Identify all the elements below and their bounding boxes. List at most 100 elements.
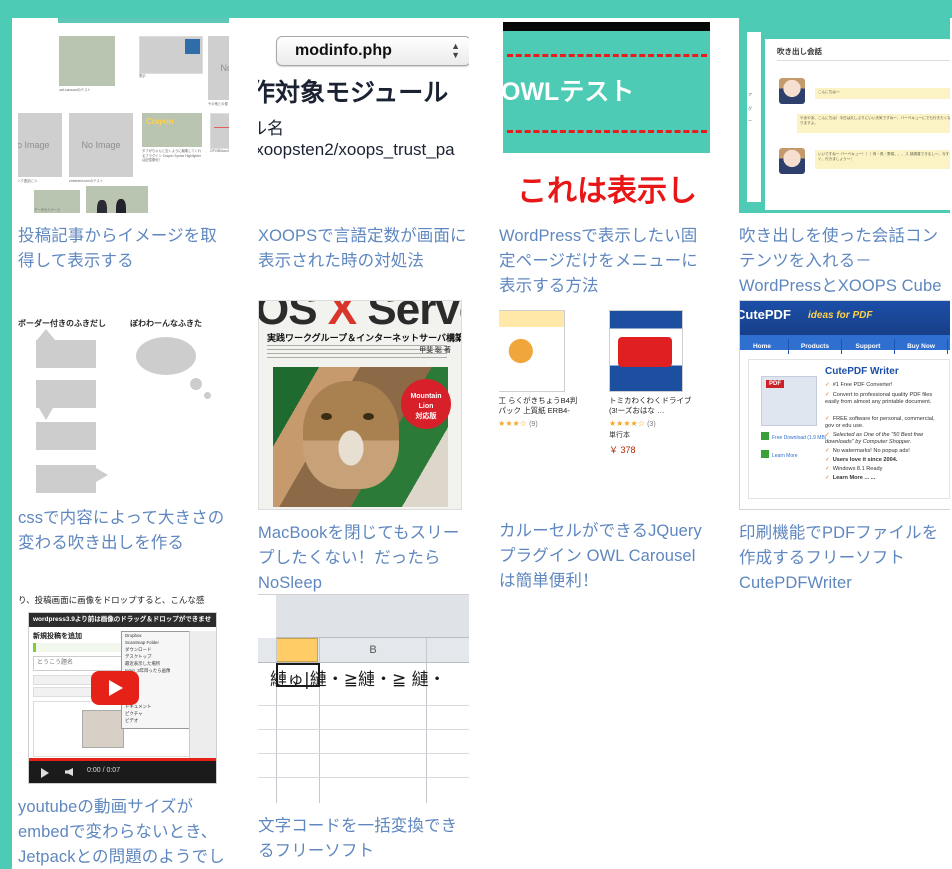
thumbnail-excel-mojibake[interactable]: B 縺ゅ|縺・≧縺・≧ 縺・ [258, 594, 469, 803]
thumb-image-noimage-1: No Image [208, 36, 229, 100]
grid-line [258, 777, 469, 778]
site-topbar: ラツアコの投稿 [765, 30, 950, 44]
thumb-caption: embeded.comのテスト [69, 179, 104, 183]
thumb-image-noimage-2: No Image [18, 113, 62, 177]
excel-column-a-header[interactable] [276, 638, 318, 662]
post-card-kanji-translator[interactable]: B 縺ゅ|縺・≧縺・≧ 縺・ 文字コードを一括変換できるフリーソフト Kanji… [258, 594, 469, 869]
top-accent-band [0, 0, 952, 18]
post-card-css-fukidashi[interactable]: ボーダー付きのふきだし ぼわわーんなふきた cssで内容によって大きさの変わる吹… [18, 300, 229, 556]
thumbnail-css-fukidashi[interactable]: ボーダー付きのふきだし ぼわわーんなふきた [18, 300, 229, 495]
thought-bubble-dot-1 [190, 378, 202, 390]
bubble-box-2 [36, 380, 96, 408]
volume-icon[interactable] [65, 768, 73, 776]
play-button-icon[interactable] [91, 671, 139, 705]
thumbnail-owl-menu[interactable]: OWLテスト 吹 これは表示し [499, 18, 710, 213]
post-card-owl-carousel[interactable]: 紅工 らくがきちょうB4判 冊パック 上質紙 ERB4- ★★★★☆ (9) ト… [499, 300, 710, 594]
thumbnail-xoops-admin[interactable]: modinfo.php ▲ ▼ 作対象モジュール ル名 s/xoopsten2/x… [258, 18, 469, 213]
teal-divider [58, 18, 229, 23]
review-count: (3) [647, 421, 656, 428]
thumb-caption: タブがちゃんと空くように編集してくれるプラグイン Crayon Syntax H… [142, 149, 202, 163]
topbar-label: ラツアコの投稿 [769, 39, 797, 44]
product-image [609, 310, 683, 392]
book-title: OS X Server [258, 300, 461, 334]
post-title-link[interactable]: XOOPSで言語定数が画面に表示された時の対処法 [258, 224, 469, 274]
post-title-link[interactable]: 印刷機能でPDFファイルを作成するフリーソフト CutePDFWriter [739, 521, 950, 596]
puma-illustration [303, 381, 399, 489]
noimage-label: No Image [220, 63, 229, 73]
feature-item: Windows 8.1 Ready [825, 466, 945, 473]
video-frame[interactable]: wordpress3.9より前は画像のドラッグ＆ドロップができませ 新規投稿を追… [28, 612, 217, 784]
product-price: ￥ 378 [609, 445, 636, 455]
book-badge: Mountain Lion 対応版 [401, 379, 451, 429]
bubble-tail-down [39, 408, 53, 420]
play-icon[interactable] [41, 768, 49, 778]
site-nav[interactable]: Home Products Support Buy Now [740, 335, 950, 354]
thought-bubble-dot-2 [204, 392, 211, 399]
post-title-link[interactable]: MacBookを閉じてもスリープしたくない！だったらNoSleep [258, 521, 469, 596]
thumbnail-plugin-grid[interactable]: owl-carouselのテスト 表示 No Image その他との優 No I… [18, 18, 229, 213]
post-title-link[interactable]: youtubeの動画サイズがembedで変わらないとき、Jetpackとの問題の… [18, 795, 229, 869]
thumb-image-noimage-3: No Image [69, 113, 133, 177]
thumb-image-wp-screenshot [139, 36, 203, 74]
nav-item-products[interactable]: Products [789, 339, 842, 354]
feature-item: Convert to professional quality PDF file… [825, 392, 945, 406]
post-card-fukidashi-conversation[interactable]: ア グ ー 吹き出し会話 こんにちは～ やあやあ、こんにちは！今日は久しぶりにい… [739, 18, 950, 324]
product-rating: ★★★★☆ (3) [609, 419, 699, 428]
arrow-icon [761, 450, 769, 458]
post-card-post-thumbnail[interactable]: owl-carouselのテスト 表示 No Image その他との優 No I… [18, 18, 229, 274]
post-card-xoops-language[interactable]: modinfo.php ▲ ▼ 作対象モジュール ル名 s/xoopsten2/x… [258, 18, 469, 274]
sidebar-text: グ [748, 106, 752, 111]
card-row-1: owl-carouselのテスト 表示 No Image その他との優 No I… [18, 18, 952, 320]
red-notice-text: これは表示し [517, 175, 697, 208]
product-item[interactable]: 紅工 らくがきちょうB4判 冊パック 上質紙 ERB4- ★★★★☆ (9) [499, 310, 581, 428]
card-row-2: ボーダー付きのふきだし ぼわわーんなふきた cssで内容によって大きさの変わる吹… [18, 300, 952, 594]
thumb-image-crayon: Crayon [142, 113, 202, 147]
post-card-grid: owl-carouselのテスト 表示 No Image その他との優 No I… [18, 18, 952, 869]
thumbnail-cutepdf[interactable]: CutePDF ideas for PDF Home Products Suppor… [739, 300, 950, 510]
excel-column-b-header[interactable]: B [320, 638, 426, 662]
modinfo-select[interactable]: modinfo.php ▲ ▼ [276, 36, 469, 66]
post-card-cutepdf[interactable]: CutePDF ideas for PDF Home Products Suppor… [739, 300, 950, 596]
card-row-3: り、投稿画面に画像をドロップすると、こんな感 wordpress3.9より前は画… [18, 594, 952, 869]
feature-item: #1 Free PDF Converter! [825, 382, 945, 389]
post-title-link[interactable]: 投稿記事からイメージを取得して表示する [18, 224, 229, 274]
chevron-updown-icon: ▲ ▼ [451, 41, 460, 60]
sidebar-text: ー [748, 118, 752, 123]
video-title-bar: wordpress3.9より前は画像のドラッグ＆ドロップができませ [29, 613, 216, 627]
post-title-link[interactable]: カルーセルができるJQueryプラグイン OWL Carousel は簡単便利！ [499, 519, 710, 594]
free-download-link[interactable]: Free Download (1.9 MB) [761, 432, 826, 441]
grid-line [258, 729, 469, 730]
demo-label-right: ぼわわーんなふきた [130, 319, 202, 328]
star-icons: ★★★★☆ [609, 419, 645, 428]
post-title-link[interactable]: 文字コードを一括変換できるフリーソフト KanjiTranslator [258, 814, 469, 869]
learn-more-link[interactable]: Learn More [761, 450, 798, 459]
media-sidebar [189, 631, 216, 761]
post-title-link[interactable]: WordPressで表示したい固定ページだけをメニューに表示する方法 [499, 224, 710, 299]
post-title-link[interactable]: cssで内容によって大きさの変わる吹き出しを作る [18, 506, 229, 556]
thumbnail-amazon-carousel[interactable]: 紅工 らくがきちょうB4判 冊パック 上質紙 ERB4- ★★★★☆ (9) ト… [499, 300, 710, 508]
feature-item: FREE software for personal, commercial, … [825, 416, 945, 430]
player-controls[interactable]: 0:00 / 0:07 [29, 761, 216, 783]
grid-line [258, 753, 469, 754]
avatar [779, 148, 805, 174]
nav-item-buy-now[interactable]: Buy Now [895, 339, 948, 354]
thumb-image-sakura [59, 36, 115, 86]
nav-item-home[interactable]: Home [740, 339, 789, 354]
speech-bubble: やあやあ、こんにちは！今日は久しぶりにいい天気ですねー、バーベキューにでも行きた… [797, 114, 950, 133]
post-card-youtube-embed[interactable]: り、投稿画面に画像をドロップすると、こんな感 wordpress3.9より前は画… [18, 594, 229, 869]
speech-bubble: いいですねー バーベキュー！！！肉・魚・野菜、、、ス 部調達できるし～、今すぐ、… [815, 150, 950, 169]
thumb-caption: 表示 [139, 74, 146, 78]
thumbnail-youtube-video[interactable]: り、投稿画面に画像をドロップすると、こんな感 wordpress3.9より前は画… [18, 594, 229, 784]
product-item[interactable]: トミカわくわくドライブ (3!ーズおはな … ★★★★☆ (3) 単行本 ￥ 3… [609, 310, 699, 456]
excel-toolbar [276, 595, 469, 638]
post-card-macbook-nosleep[interactable]: OS X Server 実践ワークグループ＆インターネットサーバ構築 甲斐 聡 … [258, 300, 469, 596]
cell-text-mojibake: 縺ゅ|縺・≧縺・≧ 縺・ [270, 670, 446, 690]
speech-bubble: こんにちは～ [815, 88, 950, 99]
dropped-image-preview [82, 710, 124, 748]
post-card-wordpress-menu[interactable]: OWLテスト 吹 これは表示し WordPressで表示したい固定ページだけをメ… [499, 18, 710, 299]
nav-item-support[interactable]: Support [842, 339, 895, 354]
thumbnail-fukidashi-conversation[interactable]: ア グ ー 吹き出し会話 こんにちは～ やあやあ、こんにちは！今日は久しぶりにい… [739, 18, 950, 213]
bubble-box-1 [36, 340, 96, 368]
content-panel: 吹き出し会話 こんにちは～ やあやあ、こんにちは！今日は久しぶりにいい天気ですね… [765, 38, 950, 210]
thumbnail-book-cover[interactable]: OS X Server 実践ワークグループ＆インターネットサーバ構築 甲斐 聡 … [258, 300, 469, 510]
